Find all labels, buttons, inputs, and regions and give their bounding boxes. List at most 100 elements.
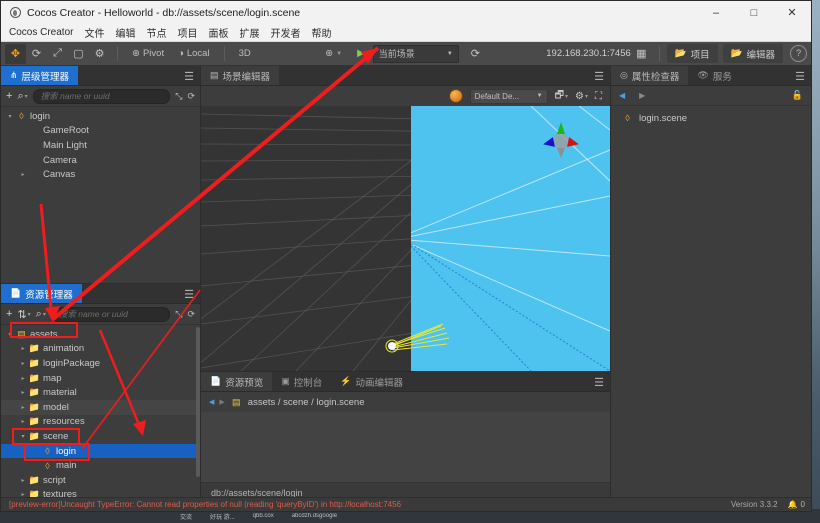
menu-item-cocos-creator[interactable]: Cocos Creator <box>9 27 73 38</box>
menu-item-developer[interactable]: 开发者 <box>270 25 300 40</box>
scene-editor-menu-icon[interactable]: ☰ <box>594 66 604 86</box>
bottom-panel-menu-icon[interactable]: ☰ <box>594 372 604 392</box>
chevron-right-icon[interactable]: ▸ <box>18 345 28 352</box>
inspector-forward-icon[interactable]: ▶ <box>639 91 645 100</box>
notification-indicator[interactable]: 🔔 0 <box>788 500 805 509</box>
nav-back-icon[interactable]: ◀ <box>209 398 214 406</box>
menu-item-extension[interactable]: 扩展 <box>239 25 259 40</box>
sort-icon[interactable]: ⇅ ▾ <box>17 308 30 321</box>
menu-item-edit[interactable]: 编辑 <box>115 25 135 40</box>
asset-item-login[interactable]: ▸ ◊ login <box>1 443 200 459</box>
open-editor-folder-button[interactable]: 📂 编辑器 <box>722 44 783 63</box>
hierarchy-node-main-light[interactable]: ▸ Main Light <box>1 138 200 153</box>
axis-gizmo[interactable] <box>539 120 583 160</box>
assets-tree[interactable]: ▾ ▤ assets ▸ 📁 animation ▸ 📁 loginPackage ▸ 📁 map ▸ 📁… <box>1 325 200 502</box>
add-asset-button[interactable]: + <box>6 308 12 320</box>
rect-tool-icon[interactable]: ▢ <box>68 44 89 64</box>
chevron-down-icon[interactable]: ▾ <box>18 433 28 440</box>
asset-item-animation[interactable]: ▸ 📁 animation <box>1 342 200 357</box>
tab-inspector[interactable]: ◎ 属性检查器 <box>611 66 689 85</box>
tab-animation-editor[interactable]: ⚡ 动画编辑器 <box>331 372 412 391</box>
menu-item-node[interactable]: 节点 <box>146 25 166 40</box>
chevron-right-icon[interactable]: ▸ <box>18 360 28 367</box>
lighting-sphere-icon[interactable] <box>448 89 463 103</box>
maximize-button[interactable]: □ <box>735 1 773 24</box>
chevron-down-icon[interactable]: ▾ <box>5 331 15 338</box>
collapse-all-icon[interactable]: ⤡ <box>175 91 182 102</box>
chevron-right-icon[interactable]: ▸ <box>18 375 28 382</box>
hierarchy-menu-icon[interactable]: ☰ <box>184 66 194 86</box>
hierarchy-tree[interactable]: ▾◊login▸GameRoot▸Main Light▸Camera▸Canva… <box>1 107 200 283</box>
asset-item-assets[interactable]: ▾ ▤ assets <box>1 327 200 342</box>
asset-item-map[interactable]: ▸ 📁 map <box>1 371 200 386</box>
breadcrumb-path[interactable]: assets / scene / login.scene <box>248 397 365 408</box>
menu-item-file[interactable]: 文件 <box>84 25 104 40</box>
tab-assets[interactable]: 📄 资源管理器 <box>1 284 82 303</box>
move-tool-icon[interactable]: ✥ <box>5 43 26 64</box>
taskbar-item[interactable]: 交流 <box>180 512 192 521</box>
chevron-right-icon[interactable]: ▸ <box>18 404 28 411</box>
chevron-right-icon[interactable]: ▸ <box>18 142 28 149</box>
asset-item-script[interactable]: ▸ 📁 script <box>1 473 200 488</box>
scene-viewport[interactable] <box>201 106 610 371</box>
assets-scrollbar[interactable] <box>196 325 200 502</box>
gear-tool-icon[interactable]: ⚙ <box>89 44 110 64</box>
coordinate-toggle[interactable]: ◑ Local <box>171 44 216 64</box>
sync-icon[interactable]: ⟳ <box>187 309 195 320</box>
tab-asset-preview[interactable]: 📄 资源预览 <box>201 372 273 391</box>
taskbar-item[interactable]: qbb.cox <box>253 513 274 519</box>
preview-play-button[interactable]: ▶ <box>349 48 373 59</box>
search-icon[interactable]: ⌕ ▾ <box>17 90 27 103</box>
status-error-message[interactable]: [preview-error]Uncaught TypeError: Canno… <box>9 500 731 509</box>
lock-icon[interactable]: 🔓 <box>792 90 803 101</box>
asset-item-model[interactable]: ▸ 📁 model <box>1 399 200 415</box>
rotate-tool-icon[interactable]: ⟳ <box>26 44 47 64</box>
chevron-right-icon[interactable]: ▸ <box>18 389 28 396</box>
window-titlebar[interactable]: Cocos Creator - Helloworld - db://assets… <box>1 1 811 24</box>
hierarchy-search-input[interactable]: 搜索 name or uuid <box>32 88 171 104</box>
inspector-menu-icon[interactable]: ☰ <box>795 66 805 86</box>
collapse-all-icon[interactable]: ⤡ <box>175 309 182 320</box>
chevron-down-icon[interactable]: ▾ <box>5 113 15 120</box>
close-button[interactable]: ✕ <box>773 1 811 24</box>
open-project-folder-button[interactable]: 📂 项目 <box>666 44 718 63</box>
refresh-preview-icon[interactable]: ⟳ <box>465 44 486 64</box>
tab-console[interactable]: ▣ 控制台 <box>272 372 332 391</box>
chevron-right-icon[interactable]: ▸ <box>31 462 41 469</box>
assets-search-input[interactable]: 搜索 name or uuid <box>50 306 171 322</box>
taskbar-item[interactable]: abcdzh.dsgoogle <box>292 513 337 519</box>
search-icon[interactable]: ⌕ ▾ <box>36 308 46 321</box>
asset-item-material[interactable]: ▸ 📁 material <box>1 385 200 400</box>
chevron-right-icon[interactable]: ▸ <box>31 448 41 455</box>
qrcode-icon[interactable]: ▦ <box>631 44 652 64</box>
fullscreen-icon[interactable]: ⛶ <box>595 91 602 102</box>
scene-select-dropdown[interactable]: 当前场景 ▼ <box>372 44 459 63</box>
asset-item-loginpackage[interactable]: ▸ 📁 loginPackage <box>1 356 200 371</box>
chevron-right-icon[interactable]: ▸ <box>18 477 28 484</box>
assets-menu-icon[interactable]: ☰ <box>184 284 194 304</box>
pivot-toggle[interactable]: ⊕ Pivot <box>125 44 171 64</box>
hierarchy-node-login[interactable]: ▾ ◊ login <box>1 109 200 124</box>
minimize-button[interactable]: – <box>697 1 735 24</box>
menu-item-panel[interactable]: 面板 <box>208 25 228 40</box>
tab-scene-editor[interactable]: ▤ 场景编辑器 <box>201 66 280 85</box>
menu-item-help[interactable]: 帮助 <box>311 25 331 40</box>
add-node-button[interactable]: + <box>6 90 12 102</box>
nav-forward-icon[interactable]: ▶ <box>219 398 224 406</box>
asset-item-main[interactable]: ▸ ◊ main <box>1 458 200 473</box>
chevron-right-icon[interactable]: ▸ <box>18 127 28 134</box>
help-button[interactable]: ? <box>790 45 807 62</box>
tab-hierarchy[interactable]: ⋔ 层级管理器 <box>1 66 79 85</box>
effect-select-dropdown[interactable]: Default De... ▼ <box>469 88 548 104</box>
tab-services[interactable]: 👁 服务 <box>688 66 741 85</box>
asset-item-scene[interactable]: ▾ 📁 scene <box>1 429 200 444</box>
asset-preview-area[interactable] <box>201 412 610 482</box>
hierarchy-node-canvas[interactable]: ▸ Canvas <box>1 167 200 182</box>
chevron-right-icon[interactable]: ▸ <box>18 157 28 164</box>
menu-item-project[interactable]: 项目 <box>177 25 197 40</box>
chevron-right-icon[interactable]: ▸ <box>18 418 28 425</box>
inspector-selected-asset[interactable]: ◊ login.scene <box>611 109 811 127</box>
asset-item-resources[interactable]: ▸ 📁 resources <box>1 415 200 430</box>
hierarchy-node-camera[interactable]: ▸ Camera <box>1 153 200 168</box>
inspector-back-icon[interactable]: ◀ <box>619 91 625 100</box>
